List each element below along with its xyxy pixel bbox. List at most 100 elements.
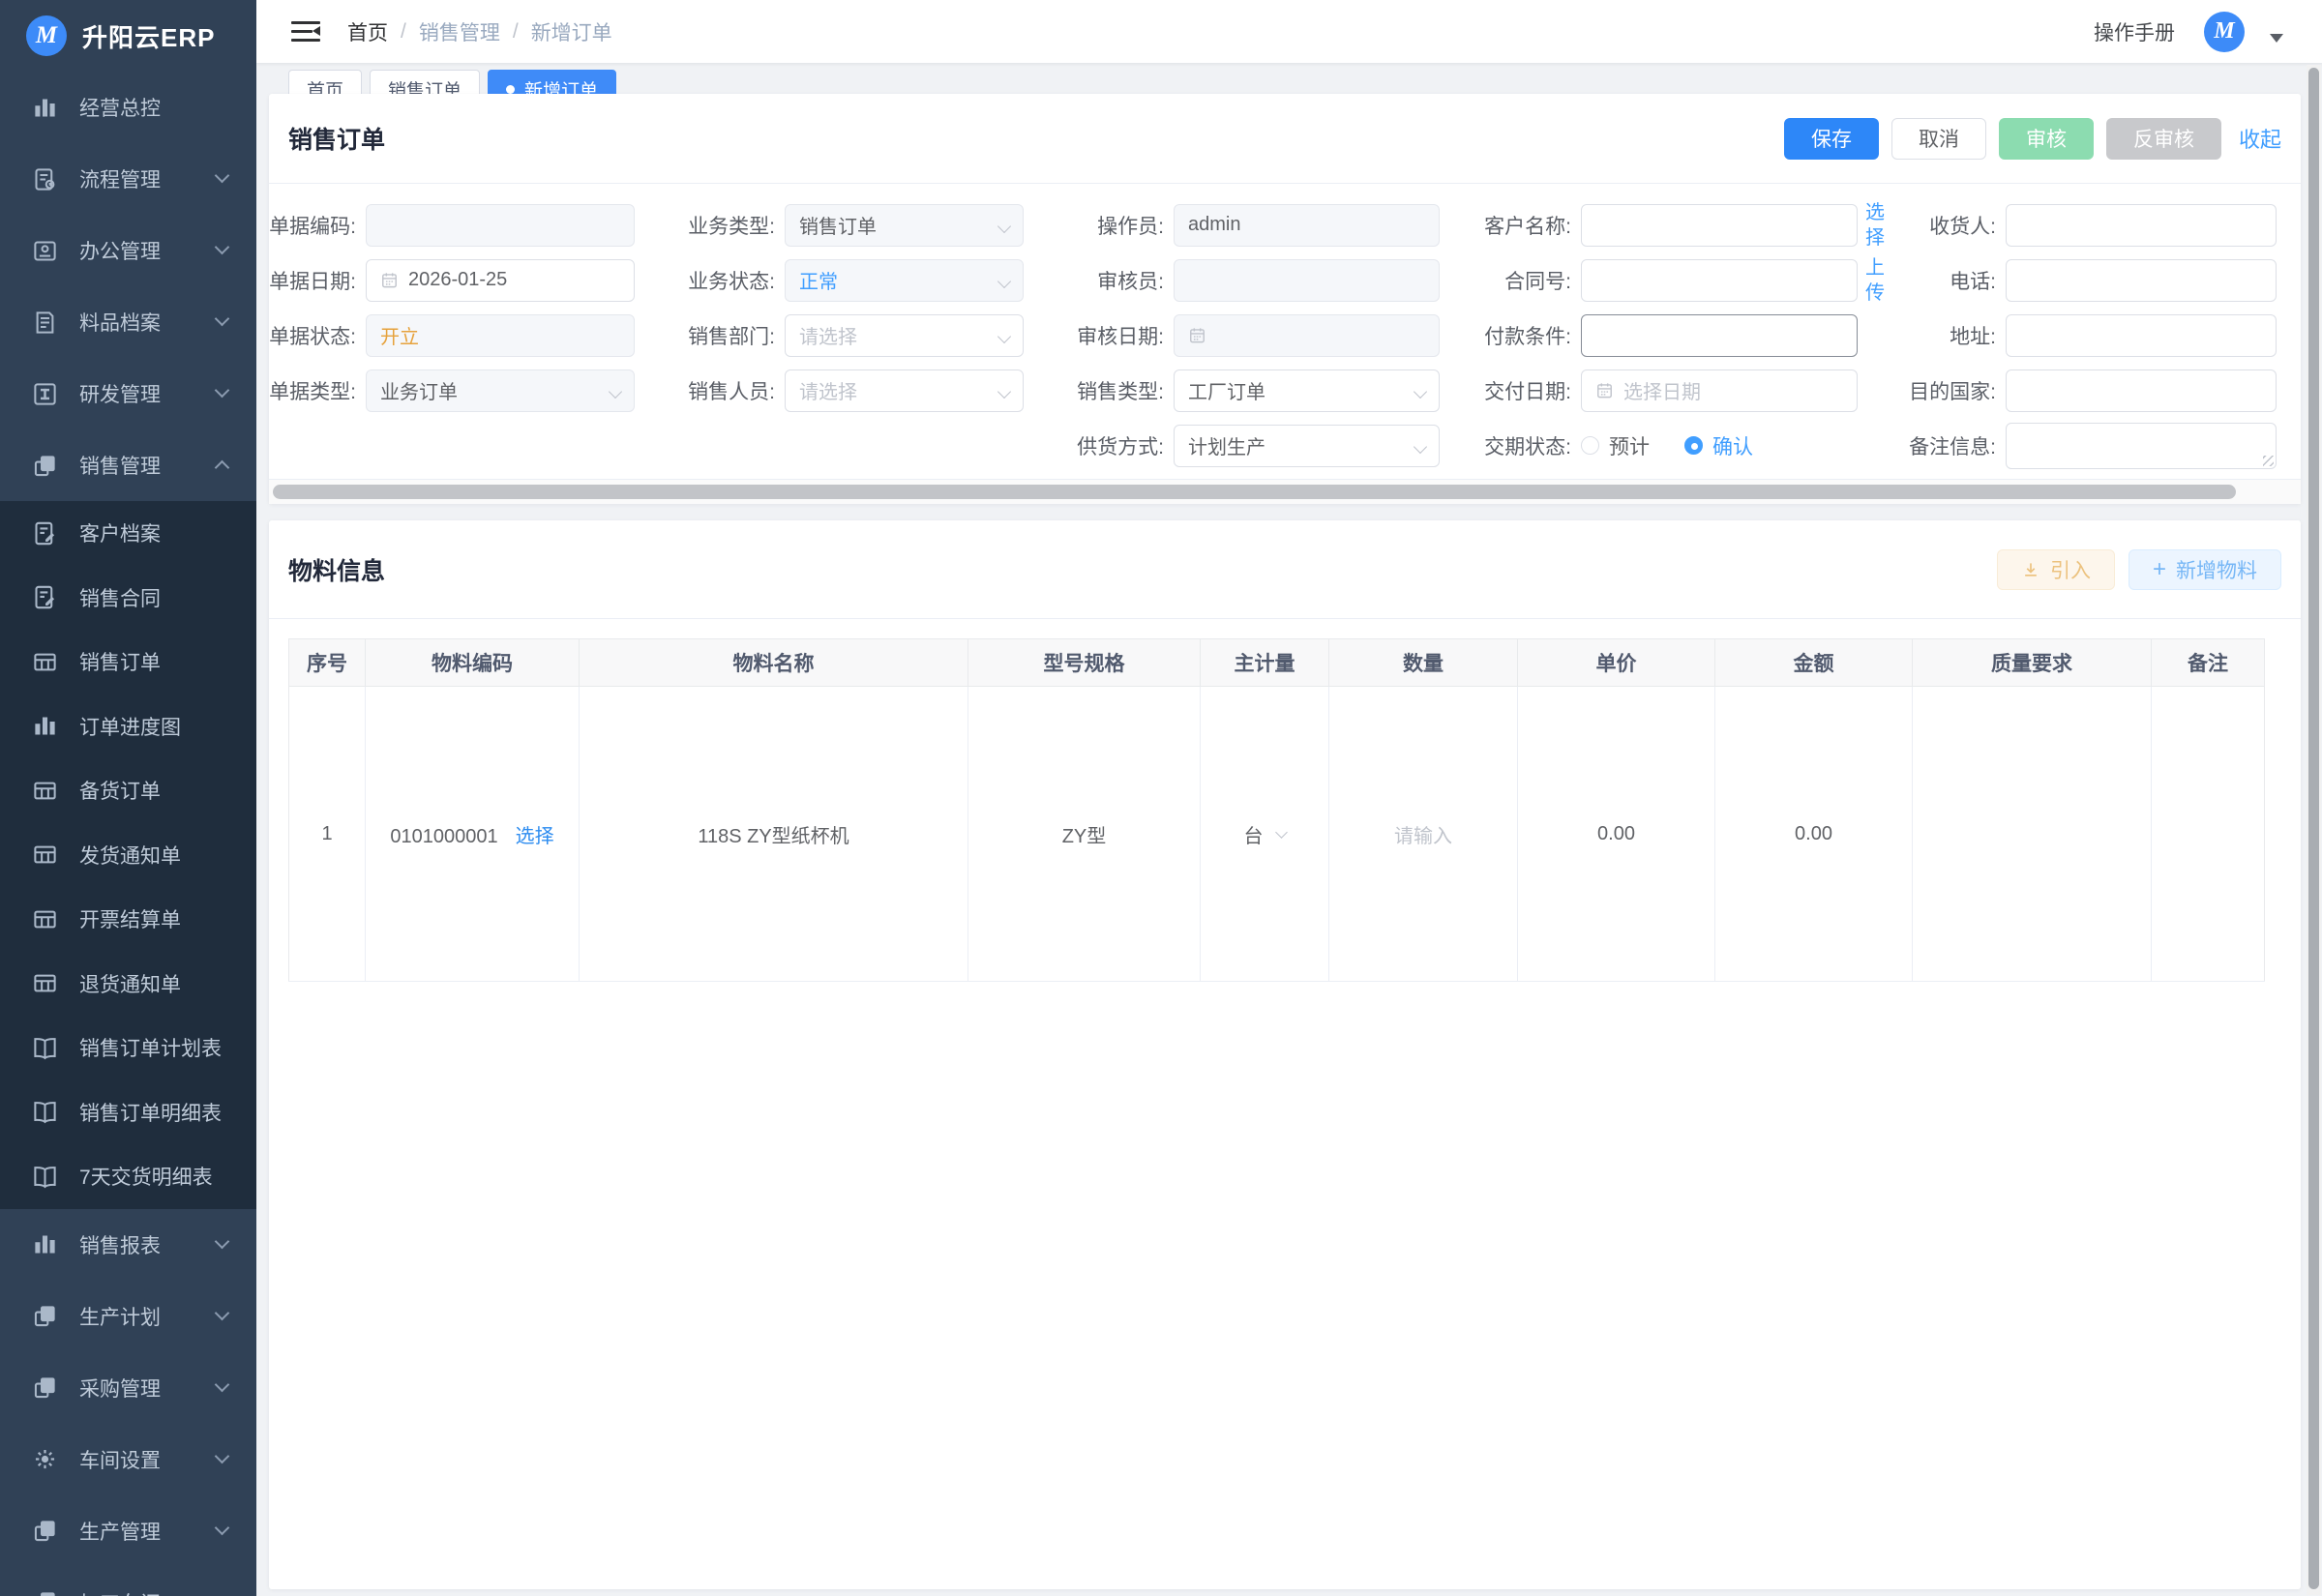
cell-quality[interactable] — [1912, 686, 2152, 982]
cell-remark[interactable] — [2151, 686, 2265, 982]
horizontal-scrollbar[interactable] — [269, 479, 2301, 504]
sidebar-item-stock-order[interactable]: 备货订单 — [0, 758, 256, 823]
chevron-down-icon — [214, 1376, 230, 1392]
radio-confirm[interactable]: 确认 — [1684, 431, 1753, 460]
doc-code-field[interactable] — [366, 203, 635, 247]
sales-person-select[interactable]: 请选择 — [785, 369, 1024, 412]
delivery-date-label: 交付日期: — [1484, 380, 1571, 403]
remark-textarea[interactable] — [2006, 422, 2277, 469]
sidebar-item-process[interactable]: 流程管理 — [0, 143, 256, 215]
dest-country-field[interactable] — [2006, 369, 2277, 412]
audit-date-field[interactable] — [1174, 313, 1440, 357]
customer-field[interactable] — [1581, 203, 1858, 247]
materials-table: 序号 物料编码 物料名称 型号规格 主计量 数量 单价 金额 质量要求 备注 1 — [288, 638, 2265, 982]
biz-type-select[interactable]: 销售订单 — [785, 203, 1024, 247]
order-card-title: 销售订单 — [288, 127, 386, 154]
doc-date-field[interactable]: 2026-01-25 — [366, 258, 635, 302]
sidebar-item-sales-report[interactable]: 销售报表 — [0, 1209, 256, 1281]
sidebar-item-production-mgmt[interactable]: 生产管理 — [0, 1495, 256, 1567]
doc-type-select[interactable]: 业务订单 — [366, 369, 635, 412]
add-material-button[interactable]: + 新增物料 — [2128, 548, 2281, 590]
auditor-label: 审核员: — [1097, 270, 1164, 293]
sidebar-item-invoice-settlement[interactable]: 开票结算单 — [0, 887, 256, 952]
sidebar-item-purchasing[interactable]: 采购管理 — [0, 1352, 256, 1424]
receiver-field[interactable] — [2006, 203, 2277, 247]
customer-label: 客户名称: — [1484, 215, 1571, 238]
sidebar-item-order-plan-report[interactable]: 销售订单计划表 — [0, 1016, 256, 1080]
user-avatar[interactable]: M — [2204, 11, 2245, 52]
sidebar-item-customer-archive[interactable]: 客户档案 — [0, 501, 256, 566]
app-logo[interactable]: M 升阳云ERP — [0, 0, 256, 72]
cell-price[interactable]: 0.00 — [1517, 686, 1715, 982]
breadcrumb-section[interactable]: 销售管理 — [419, 17, 500, 46]
main-area: 首页 / 销售管理 / 新增订单 操作手册 M 首页 销售订单 新增订单 销售订… — [256, 0, 2322, 1596]
tab-new-order[interactable]: 新增订单 — [488, 70, 617, 94]
save-button[interactable]: 保存 — [1783, 117, 1879, 160]
cancel-button[interactable]: 取消 — [1890, 117, 1986, 160]
operator-field[interactable]: admin — [1174, 203, 1440, 247]
materials-book-icon — [32, 310, 58, 336]
doc-status-field[interactable]: 开立 — [366, 313, 635, 357]
open-book-icon — [32, 1099, 58, 1125]
tab-strip: 首页 销售订单 新增订单 — [256, 63, 2322, 94]
vertical-scrollbar-thumb[interactable] — [2308, 68, 2319, 1589]
doc-edit-icon — [32, 520, 58, 547]
audit-button[interactable]: 审核 — [1998, 117, 2094, 160]
sidebar-item-dashboard[interactable]: 经营总控 — [0, 72, 256, 143]
sales-type-select[interactable]: 工厂订单 — [1174, 369, 1440, 412]
resize-handle-icon[interactable] — [2263, 455, 2274, 466]
sidebar-item-order-progress[interactable]: 订单进度图 — [0, 695, 256, 759]
phone-field[interactable] — [2006, 258, 2277, 302]
unaudit-button[interactable]: 反审核 — [2105, 117, 2221, 160]
rd-square-icon — [32, 381, 58, 407]
radio-estimate[interactable]: 预计 — [1581, 431, 1650, 460]
sidebar-item-office[interactable]: 办公管理 — [0, 215, 256, 286]
page-content: 销售订单 保存 取消 审核 反审核 收起 单据编码: 业务类型: 销售订单 操作… — [256, 94, 2322, 1596]
vertical-scrollbar[interactable] — [2307, 65, 2321, 1595]
sidebar-item-order-detail-report[interactable]: 销售订单明细表 — [0, 1080, 256, 1145]
delivery-date-field[interactable]: 选择日期 — [1581, 369, 1858, 412]
sidebar-item-shipping-notice[interactable]: 发货通知单 — [0, 823, 256, 888]
sidebar-item-sales[interactable]: 销售管理 — [0, 429, 256, 501]
sidebar-item-rd[interactable]: 研发管理 — [0, 358, 256, 429]
chevron-down-icon — [1413, 384, 1428, 399]
breadcrumb-home[interactable]: 首页 — [347, 17, 388, 46]
material-select-link[interactable]: 选择 — [516, 826, 554, 847]
col-spec: 型号规格 — [968, 638, 1201, 687]
calendar-icon — [380, 271, 399, 289]
sidebar-collapse-icon[interactable] — [291, 20, 320, 44]
import-button[interactable]: 引入 — [1996, 548, 2115, 590]
supply-mode-select[interactable]: 计划生产 — [1174, 424, 1440, 467]
sidebar-item-sales-contract[interactable]: 销售合同 — [0, 566, 256, 631]
contract-upload-link[interactable]: 上传 — [1865, 255, 1889, 306]
auditor-field[interactable] — [1174, 258, 1440, 302]
contract-no-field[interactable] — [1581, 258, 1858, 302]
chevron-down-icon — [214, 1233, 230, 1249]
payment-terms-field[interactable] — [1581, 313, 1858, 357]
sales-dept-select[interactable]: 请选择 — [785, 313, 1024, 357]
sidebar-item-workshop-settings[interactable]: 车间设置 — [0, 1424, 256, 1495]
qty-input[interactable]: 请输入 — [1394, 826, 1452, 847]
unit-select[interactable]: 台 — [1244, 820, 1288, 848]
table-grid-icon — [32, 778, 58, 804]
customer-select-link[interactable]: 选择 — [1865, 200, 1889, 251]
sidebar-item-production-plan[interactable]: 生产计划 — [0, 1281, 256, 1352]
biz-status-select[interactable]: 正常 — [785, 258, 1024, 302]
materials-card: 物料信息 引入 + 新增物料 序号 物料编码 物料名称 型号规格 主计量 数量 … — [269, 520, 2301, 1589]
sidebar-item-materials-archive[interactable]: 料品档案 — [0, 286, 256, 358]
doc-edit-icon — [32, 584, 58, 610]
sidebar-item-processing-workshop[interactable]: 加工车间 — [0, 1567, 256, 1596]
breadcrumb: 首页 / 销售管理 / 新增订单 — [347, 17, 612, 46]
sidebar-item-7day-delivery-report[interactable]: 7天交货明细表 — [0, 1144, 256, 1209]
sidebar-item-sales-order[interactable]: 销售订单 — [0, 630, 256, 695]
horizontal-scrollbar-thumb[interactable] — [273, 485, 2237, 499]
chevron-down-icon — [214, 1591, 230, 1596]
user-menu-caret-icon[interactable] — [2270, 34, 2283, 43]
chevron-down-icon — [214, 382, 230, 399]
manual-link[interactable]: 操作手册 — [2094, 17, 2175, 46]
sidebar-item-return-notice[interactable]: 退货通知单 — [0, 952, 256, 1017]
tab-sales-order[interactable]: 销售订单 — [370, 70, 481, 94]
address-field[interactable] — [2006, 313, 2277, 357]
collapse-link[interactable]: 收起 — [2239, 123, 2281, 154]
tab-home[interactable]: 首页 — [288, 70, 363, 94]
